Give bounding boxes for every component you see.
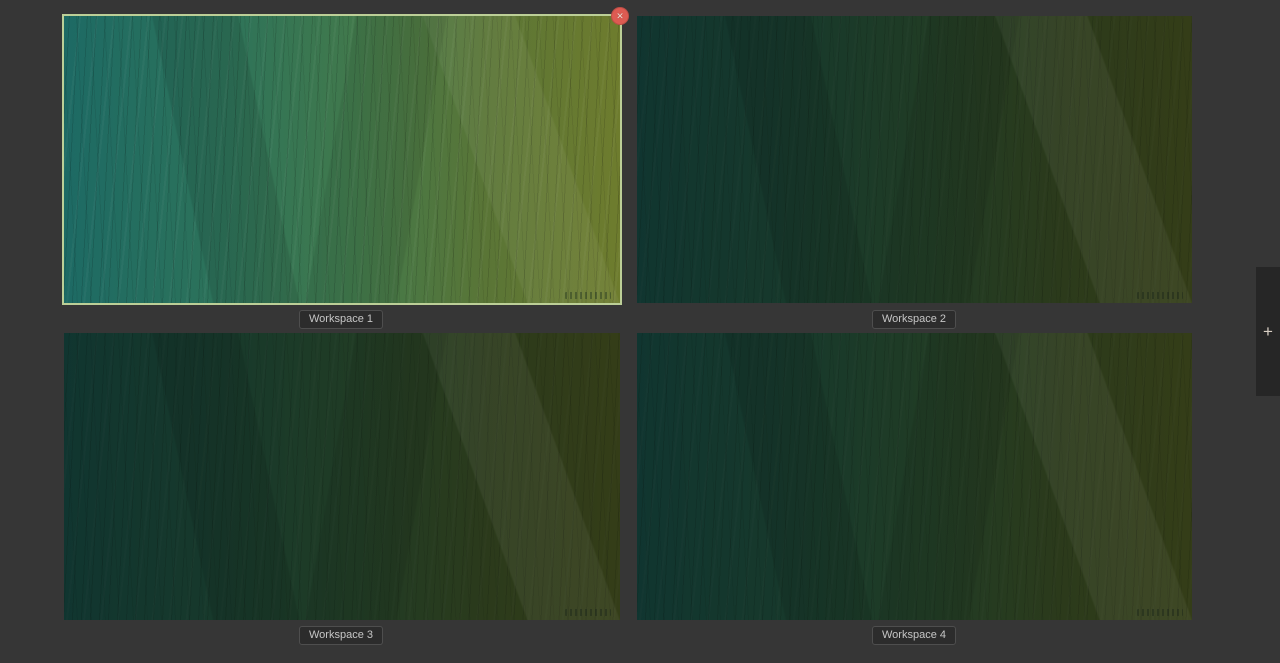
inactive-dim-overlay	[637, 16, 1192, 303]
workspace-thumbnail-4[interactable]	[637, 333, 1192, 620]
wallpaper-watermark	[1137, 609, 1183, 616]
wallpaper-watermark	[565, 609, 611, 616]
workspace-1-label[interactable]: Workspace 1	[299, 310, 383, 329]
workspace-4-label[interactable]: Workspace 4	[872, 626, 956, 645]
workspace-3-label[interactable]: Workspace 3	[299, 626, 383, 645]
workspace-thumbnail-3[interactable]	[64, 333, 620, 620]
workspace-overview: ✕ Workspace 1 Workspace 2 Workspace 3 Wo…	[0, 0, 1280, 663]
workspace-1-wallpaper	[64, 16, 620, 303]
workspace-2-wallpaper	[637, 16, 1192, 303]
close-icon: ✕	[616, 12, 624, 21]
wallpaper-watermark	[1137, 292, 1183, 299]
plus-icon: +	[1263, 323, 1273, 340]
workspace-4-wallpaper	[637, 333, 1192, 620]
workspace-thumbnail-2[interactable]	[637, 16, 1192, 303]
close-workspace-button[interactable]: ✕	[611, 7, 629, 25]
inactive-dim-overlay	[637, 333, 1192, 620]
inactive-dim-overlay	[64, 333, 620, 620]
wallpaper-watermark	[565, 292, 611, 299]
workspace-2-label[interactable]: Workspace 2	[872, 310, 956, 329]
add-workspace-button[interactable]: +	[1256, 267, 1280, 396]
workspace-thumbnail-1[interactable]: ✕	[64, 16, 620, 303]
workspace-3-wallpaper	[64, 333, 620, 620]
